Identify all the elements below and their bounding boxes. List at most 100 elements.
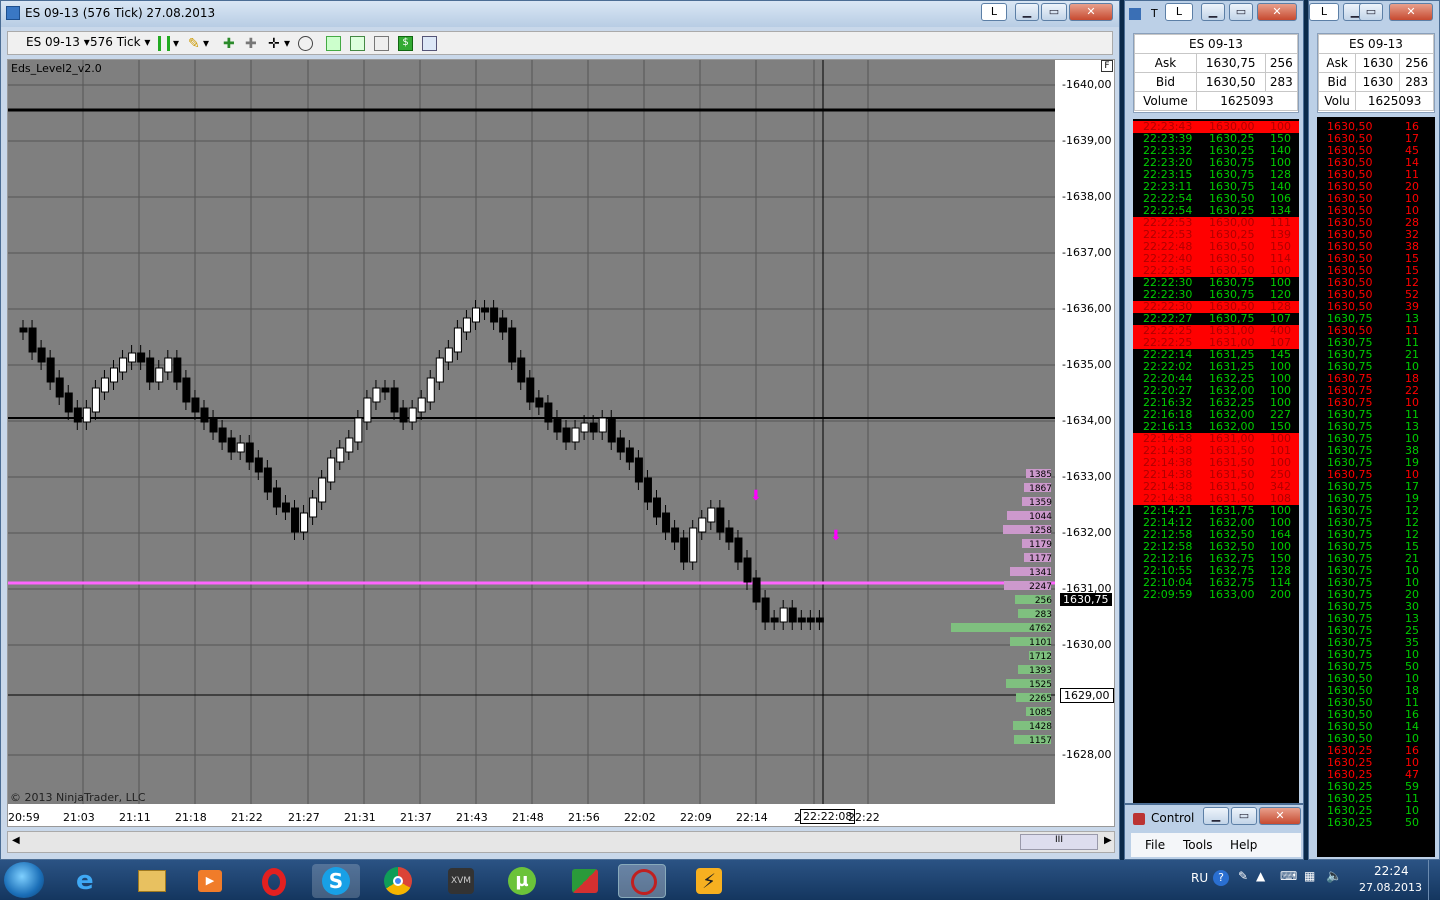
opera-icon[interactable] — [250, 864, 298, 898]
scroll-thumb[interactable]: III — [1020, 834, 1098, 850]
sell-arrow-marker: ⬇ — [830, 528, 842, 544]
tape2-link-button[interactable]: L — [1309, 3, 1339, 21]
candle-body — [227, 437, 236, 453]
scroll-right-icon[interactable]: ▶ — [1104, 835, 1112, 846]
link-button[interactable]: L — [981, 3, 1007, 21]
close-button[interactable]: ✕ — [1069, 3, 1113, 21]
pencil-dropdown-icon[interactable]: ▾ — [203, 36, 209, 50]
ask-size: 256 — [1264, 53, 1299, 73]
panel-close-icon[interactable]: F — [1101, 60, 1113, 72]
candle-body — [444, 347, 453, 363]
candle-body — [363, 397, 372, 423]
menu-file[interactable]: File — [1145, 838, 1165, 852]
time-axis-label: 21:27 — [288, 811, 320, 824]
pencil-icon[interactable]: ✎ — [188, 36, 203, 52]
candle-body — [236, 442, 245, 453]
trading-app-icon[interactable] — [560, 864, 608, 898]
strategy-icon[interactable] — [350, 36, 365, 51]
candle-body — [472, 307, 480, 323]
tape2-maximize-button[interactable]: ▭ — [1359, 3, 1383, 21]
keyboard-icon[interactable]: ⌨ — [1280, 869, 1297, 883]
chart-window-titlebar[interactable]: ES 09-13 (576 Tick) 27.08.2013 — [1, 1, 1119, 27]
candle-body — [770, 617, 779, 623]
chart-app-icon — [6, 6, 20, 20]
price-axis-label: -1630,00 — [1062, 638, 1112, 651]
candle-body — [128, 352, 137, 363]
skype-icon[interactable]: S — [312, 864, 360, 898]
maximize-button[interactable]: ▭ — [1041, 3, 1067, 21]
candle-body — [73, 407, 82, 423]
interval-selector[interactable]: 576 Tick ▾ — [90, 35, 150, 49]
ninjatrader-icon[interactable] — [618, 864, 666, 898]
candle-body — [788, 607, 797, 623]
scroll-left-icon[interactable]: ◀ — [12, 835, 20, 846]
candle-body — [119, 357, 128, 373]
candle-body — [607, 417, 616, 443]
tape1-minimize-button[interactable]: ▁ — [1201, 3, 1225, 21]
control-close-button[interactable]: ✕ — [1259, 807, 1301, 825]
minimize-button[interactable]: ▁ — [1015, 3, 1039, 21]
start-button[interactable] — [4, 862, 44, 898]
language-indicator[interactable]: RU — [1191, 871, 1208, 885]
bar-type-icon[interactable] — [158, 36, 170, 51]
show-hidden-icons[interactable]: ▲ — [1256, 869, 1265, 883]
help-icon[interactable]: ? — [1213, 870, 1229, 886]
tape2-trades-list[interactable]: 1630,50 16 1630,50 17 1630,50 45 1630,50 14 1630… — [1317, 117, 1435, 857]
tape2-ask-label: Ask — [1317, 53, 1357, 73]
candle-body — [725, 527, 734, 543]
tape2-close-button[interactable]: ✕ — [1389, 3, 1433, 21]
network-icon[interactable]: ▦ — [1304, 869, 1315, 883]
ask-book-value: 1359 — [1029, 498, 1052, 508]
internet-explorer-icon[interactable]: e — [66, 864, 114, 898]
file-explorer-icon[interactable] — [126, 864, 174, 898]
control-title: Control — [1151, 811, 1195, 825]
menu-help[interactable]: Help — [1230, 838, 1257, 852]
candle-body — [535, 397, 544, 408]
control-minimize-button[interactable]: ▁ — [1203, 807, 1229, 825]
media-player-icon[interactable]: ▶ — [186, 864, 234, 898]
tape1-maximize-button[interactable]: ▭ — [1229, 3, 1253, 21]
chrome-icon[interactable] — [374, 864, 422, 898]
pen-icon[interactable]: ✎ — [1238, 869, 1248, 883]
properties-icon[interactable] — [326, 36, 341, 51]
tape1-close-button[interactable]: ✕ — [1257, 3, 1297, 21]
dollar-icon[interactable]: $ — [398, 36, 413, 51]
show-desktop-button[interactable] — [1428, 860, 1440, 900]
tape2-quote-table: ES 09-13 Ask 1630 256 Bid 1630 283 Volu 16250… — [1317, 33, 1435, 113]
tape1-link-button[interactable]: L — [1165, 3, 1193, 21]
volume-icon[interactable]: 🔈 — [1326, 869, 1342, 884]
control-maximize-button[interactable]: ▭ — [1231, 807, 1257, 825]
candle-body — [481, 307, 490, 313]
clock-time[interactable]: 22:24 — [1374, 864, 1409, 878]
horizontal-scrollbar[interactable]: ◀ III ▶ — [7, 831, 1115, 853]
tape1-trades-list[interactable]: 22:23:43 1630,00 100 22:23:39 1630,25 150 22:2… — [1133, 119, 1299, 803]
candle-body — [734, 537, 743, 563]
candle-body — [761, 597, 770, 623]
clock-date[interactable]: 27.08.2013 — [1359, 881, 1422, 894]
candle-body — [580, 422, 589, 433]
zoom-icon[interactable] — [298, 36, 313, 51]
time-axis-label: 21:37 — [400, 811, 432, 824]
price-axis-label: -1640,00 — [1062, 78, 1112, 91]
bid-book-value: 1525 — [1029, 680, 1052, 690]
utorrent-icon[interactable]: µ — [498, 864, 546, 898]
data-box-icon[interactable] — [422, 36, 437, 51]
time-axis-label: 21:03 — [63, 811, 95, 824]
crosshair-icon[interactable]: ✛ — [268, 36, 283, 52]
xvm-icon[interactable]: XVM — [436, 864, 484, 898]
candlestick-chart[interactable]: ⬇ ⬇ 1385 1867 1359 1044 1258 1179 1177 1341 2247 25… — [8, 60, 1055, 804]
price-plot[interactable]: ⬇ ⬇ 1385 1867 1359 1044 1258 1179 1177 1341 2247 25… — [8, 60, 1055, 804]
instrument-selector[interactable]: ES 09-13 ▾ — [26, 35, 90, 49]
candle-body — [191, 397, 200, 413]
remove-indicator-icon[interactable]: ✚ — [245, 36, 260, 52]
winamp-icon[interactable]: ⚡ — [684, 864, 732, 898]
bid-book-value: 283 — [1035, 610, 1052, 620]
candle-body — [100, 377, 109, 393]
crosshair-dropdown-icon[interactable]: ▾ — [284, 36, 290, 50]
chart-trader-icon[interactable] — [374, 36, 389, 51]
add-indicator-icon[interactable]: ✚ — [223, 36, 238, 52]
bar-type-dropdown-icon[interactable]: ▾ — [173, 36, 179, 50]
chart-panel[interactable]: ⬇ ⬇ 1385 1867 1359 1044 1258 1179 1177 1341 2247 25… — [7, 59, 1115, 827]
candle-body — [553, 417, 562, 433]
menu-tools[interactable]: Tools — [1183, 838, 1213, 852]
